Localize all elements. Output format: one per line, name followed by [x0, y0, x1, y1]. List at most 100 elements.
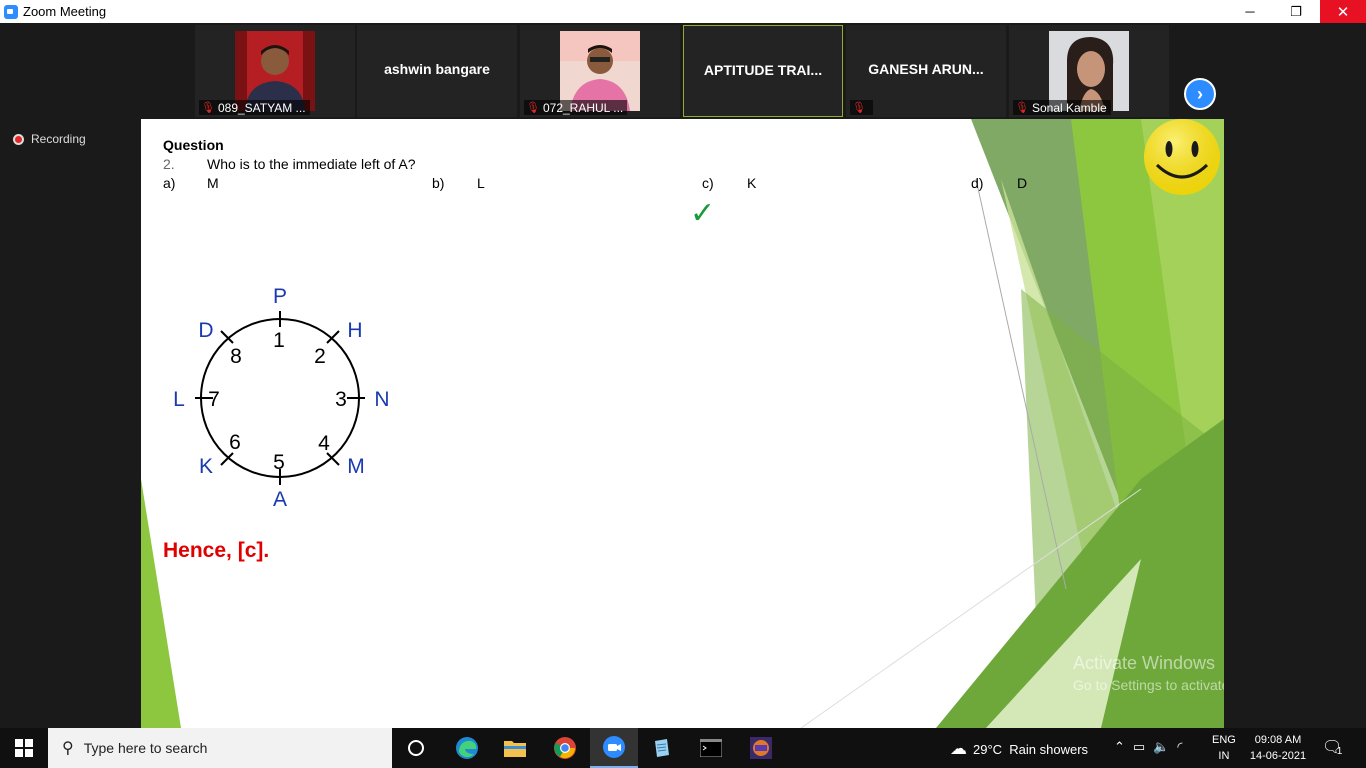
seat-label-h: H: [347, 319, 362, 342]
next-page-chevron-right-icon[interactable]: ›: [1184, 78, 1216, 110]
seat-label-p: P: [273, 285, 287, 308]
wifi-icon[interactable]: ◜: [1177, 739, 1182, 755]
option-a-key: a): [163, 175, 176, 191]
question-number: 2.: [163, 156, 175, 172]
zoom-taskbar-button[interactable]: [590, 728, 638, 768]
file-explorer-button[interactable]: [491, 728, 539, 768]
region-code: IN: [1218, 750, 1230, 762]
language-code: ENG: [1212, 734, 1236, 746]
seat-label-l: L: [173, 388, 185, 411]
search-icon: ⚲: [62, 740, 74, 757]
edge-browser-button[interactable]: [443, 728, 491, 768]
task-view-button[interactable]: [392, 728, 440, 768]
participant-name: ashwin bangare: [384, 61, 490, 77]
app-icon: [750, 737, 772, 759]
seat-number-5: 5: [273, 451, 285, 474]
maximize-button[interactable]: ❐: [1273, 0, 1319, 23]
participant-name-label: 🎙 072_RAHUL ...: [524, 100, 628, 115]
seat-number-2: 2: [314, 345, 326, 368]
participant-tile[interactable]: 🎙 Sonal Kamble: [1009, 25, 1169, 117]
window-title: Zoom Meeting: [23, 4, 107, 19]
seat-number-1: 1: [273, 329, 285, 352]
zoom-app-icon: [4, 4, 18, 19]
minimize-button[interactable]: ─: [1227, 0, 1273, 23]
seat-number-7: 7: [208, 388, 220, 411]
option-c-key: c): [702, 175, 714, 191]
notepad-button[interactable]: [638, 728, 686, 768]
windows-logo-icon: [15, 739, 33, 757]
participant-name-label: 🎙 Sonal Kamble: [1013, 100, 1111, 115]
participant-tile[interactable]: 🎙 089_SATYAM ...: [195, 25, 355, 117]
activate-windows-subtext: Go to Settings to activate Windows.: [1073, 677, 1224, 693]
zoom-icon: [603, 736, 625, 758]
folder-icon: [504, 741, 526, 757]
taskbar-clock[interactable]: 09:08 AM 14-06-2021: [1247, 732, 1309, 764]
volume-icon[interactable]: 🔈: [1153, 739, 1169, 755]
participant-photo: [560, 31, 640, 111]
participant-photo: [1049, 31, 1129, 111]
notepad-icon: [655, 739, 669, 757]
participant-strip: 🎙 089_SATYAM ... ashwin bangare 🎙 072_RA…: [0, 23, 1366, 119]
clock-time: 09:08 AM: [1254, 734, 1302, 746]
option-d-key: d): [971, 175, 984, 191]
muted-mic-icon: 🎙: [526, 102, 540, 114]
notification-center-button[interactable]: 🗨 1: [1322, 737, 1352, 757]
chrome-button[interactable]: [541, 728, 589, 768]
battery-icon[interactable]: ▭: [1133, 739, 1145, 755]
participant-name: 072_RAHUL ...: [542, 100, 624, 115]
windows-taskbar: ⚲ Type here to search ☁ 29°C Rain shower…: [0, 728, 1366, 768]
participant-name: GANESH ARUN...: [868, 61, 984, 77]
seat-label-k: K: [199, 455, 213, 478]
notification-count: 1: [1336, 746, 1343, 757]
participant-photo: [235, 31, 315, 111]
participant-tile-active-speaker[interactable]: APTITUDE TRAI...: [683, 25, 843, 117]
option-a-value: M: [207, 175, 219, 191]
seat-label-n: N: [374, 388, 389, 411]
participant-name-label: 🎙 089_SATYAM ...: [199, 100, 310, 115]
close-button[interactable]: ✕: [1320, 0, 1366, 23]
seat-label-a: A: [273, 488, 287, 511]
participant-name: 089_SATYAM ...: [217, 100, 306, 115]
muted-mic-icon: 🎙: [852, 102, 866, 114]
seating-circle-diagram: P H N M A K L D 1 2 3 4 5 6 7 8: [173, 285, 389, 511]
question-text: Who is to the immediate left of A?: [207, 156, 416, 172]
chrome-icon: [554, 737, 576, 759]
option-d-value: D: [1017, 175, 1028, 191]
muted-mic-icon: 🎙: [1015, 102, 1029, 114]
participant-tile[interactable]: ashwin bangare: [357, 25, 517, 117]
option-b-value: L: [477, 175, 485, 191]
taskbar-search-input[interactable]: ⚲ Type here to search: [48, 728, 392, 768]
participant-name: APTITUDE TRAI...: [703, 62, 823, 78]
participant-name: Sonal Kamble: [1031, 100, 1107, 115]
activate-windows-watermark: Activate Windows: [1073, 653, 1216, 673]
record-icon: [13, 133, 24, 145]
seat-number-6: 6: [229, 431, 241, 454]
weather-widget[interactable]: ☁ 29°C Rain showers: [950, 739, 1088, 759]
seat-number-4: 4: [318, 432, 330, 455]
app-taskbar-button[interactable]: [737, 728, 785, 768]
cloud-rain-icon: ☁: [950, 739, 967, 758]
recording-label: Recording: [31, 132, 86, 146]
shared-screen-slide: Question 2. Who is to the immediate left…: [141, 119, 1224, 728]
terminal-icon: [700, 739, 722, 757]
seat-label-m: M: [347, 455, 365, 478]
recording-indicator[interactable]: Recording: [13, 132, 86, 146]
option-b-key: b): [432, 175, 445, 191]
chevron-up-icon[interactable]: ⌃: [1114, 739, 1125, 755]
seat-number-3: 3: [335, 388, 347, 411]
muted-mic-icon: 🎙: [201, 102, 215, 114]
command-prompt-button[interactable]: [687, 728, 735, 768]
system-tray: ⌃ ▭ 🔈 ◜: [1114, 739, 1182, 755]
start-button[interactable]: [0, 728, 48, 768]
participant-tile[interactable]: 🎙 072_RAHUL ...: [520, 25, 680, 117]
participant-name-label: 🎙: [850, 100, 873, 115]
search-placeholder: Type here to search: [83, 740, 208, 756]
edge-icon: [456, 737, 478, 759]
participant-tile[interactable]: GANESH ARUN... 🎙: [846, 25, 1006, 117]
weather-text: 29°C Rain showers: [973, 741, 1089, 757]
answer-text: Hence, [c].: [163, 539, 270, 562]
seat-label-d: D: [198, 319, 213, 342]
correct-checkmark-icon: ✓: [690, 197, 716, 230]
input-language-indicator[interactable]: ENG IN: [1212, 732, 1236, 764]
option-c-value: K: [747, 175, 757, 191]
